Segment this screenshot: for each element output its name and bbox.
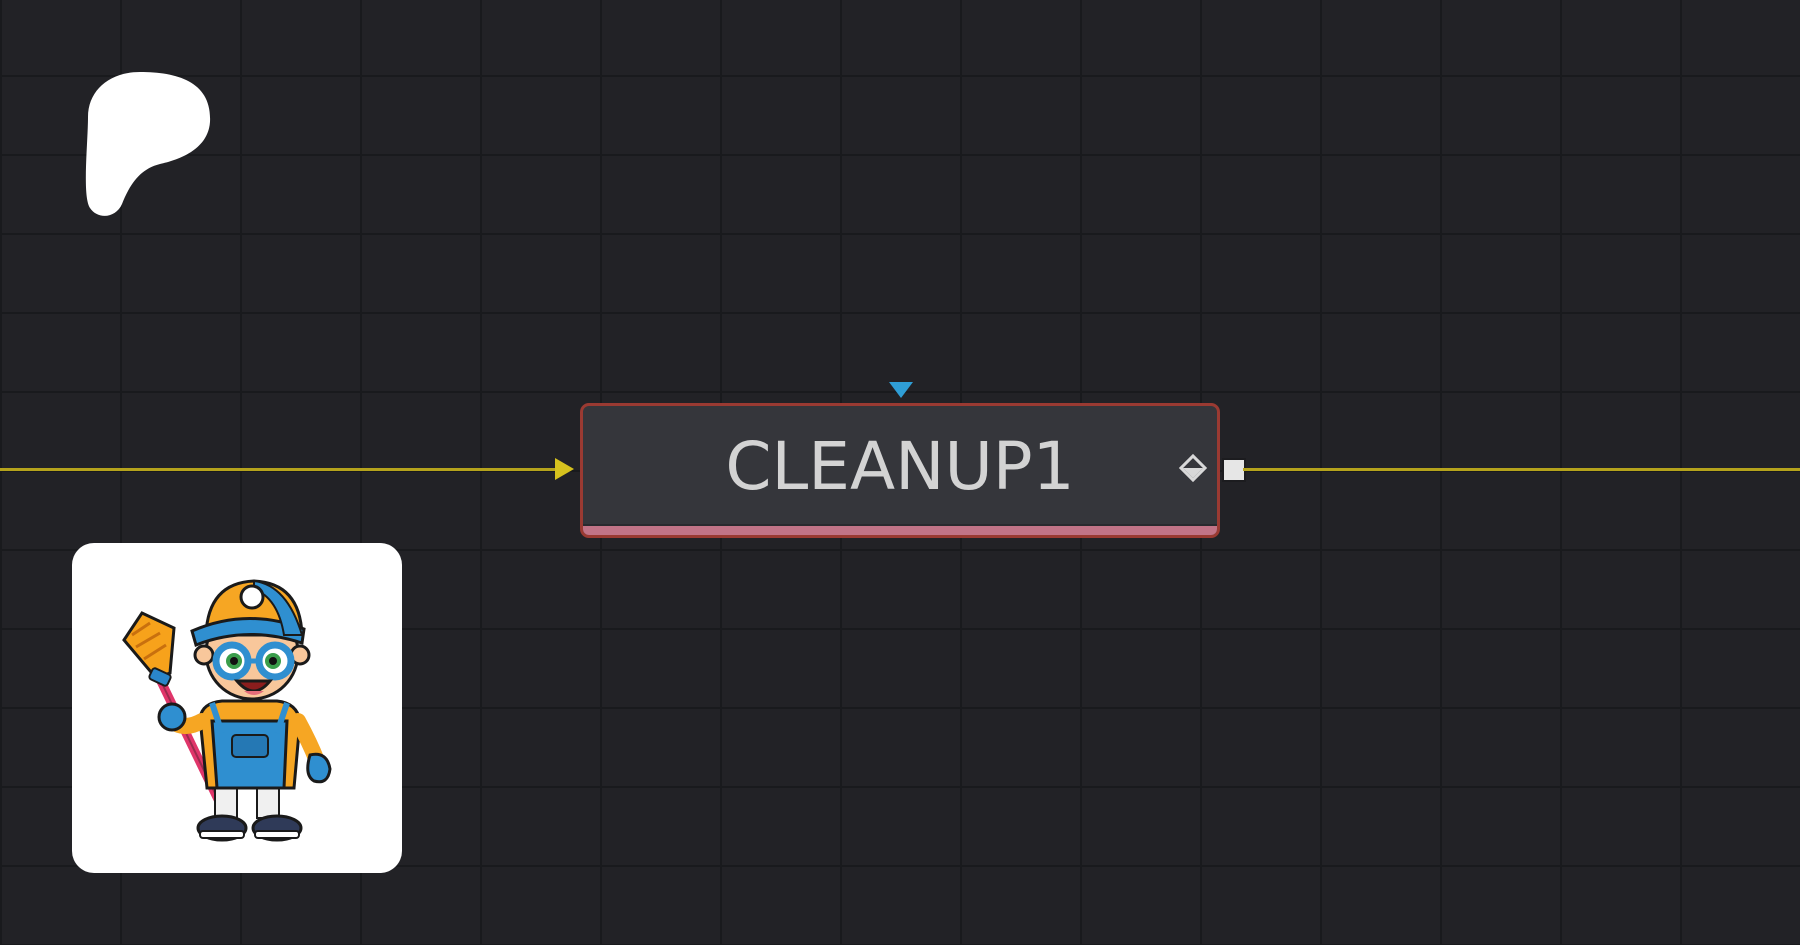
cleaner-mascot-avatar [122,579,332,842]
mascot-avatar-card [72,543,402,873]
cleanup-node[interactable]: CLEANUP1 [580,403,1220,538]
output-connection-wire[interactable] [1243,468,1800,471]
patreon-logo-icon [85,72,211,216]
input-connection-wire[interactable] [0,468,555,471]
node-color-strip [583,524,1217,535]
background-input-arrow-icon[interactable] [555,458,574,480]
node-editor-canvas[interactable]: CLEANUP1 [0,0,1800,945]
mask-input-triangle-icon[interactable] [889,382,913,398]
node-title: CLEANUP1 [725,428,1075,505]
